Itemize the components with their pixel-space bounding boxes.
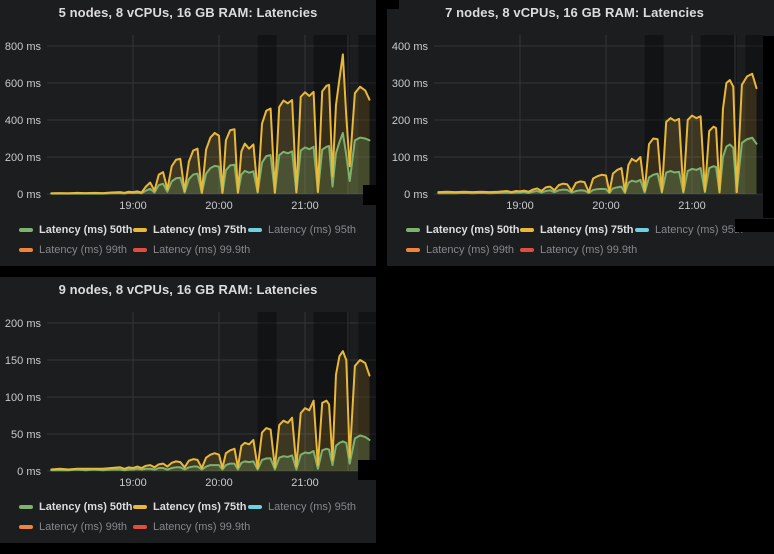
series-color-dash-icon [248, 228, 262, 232]
legend-item-label: Latency (ms) 99th [39, 521, 127, 533]
series-color-dash-icon [19, 248, 33, 252]
legend-row: Latency (ms) 99th Latency (ms) 99.9th [19, 520, 356, 534]
legend-item-label: Latency (ms) 95th [268, 224, 356, 236]
panel-5-nodes-latencies: 0 ms 200 ms 400 ms 600 ms 800 ms 19:00 20:00 21… [0, 0, 376, 266]
legend-row: Latency (ms) 50th Latency (ms) 75th Latenc… [19, 223, 356, 237]
screen-artifact [363, 185, 387, 205]
legend-item-latency-ms-95th[interactable]: Latency (ms) 95th [248, 501, 356, 513]
panel-title[interactable]: 7 nodes, 8 vCPUs, 16 GB RAM: Latencies [387, 5, 774, 20]
y-tick-label: 100 ms [392, 152, 429, 164]
legend-item-label: Latency (ms) 99.9th [153, 521, 250, 533]
legend-item-latency-ms-75th[interactable]: Latency (ms) 75th [520, 224, 635, 236]
screen-artifact [763, 36, 774, 218]
y-tick-label: 200 ms [392, 115, 429, 127]
legend-item-label: Latency (ms) 95th [268, 501, 356, 513]
y-tick-label: 200 ms [5, 318, 42, 330]
legend-item-latency-ms-50th[interactable]: Latency (ms) 50th [19, 501, 133, 513]
x-tick-label: 20:00 [205, 200, 233, 212]
legend-item-label: Latency (ms) 50th [39, 224, 133, 236]
legend-item-label: Latency (ms) 75th [540, 224, 634, 236]
latency-chart-5-nodes[interactable]: 0 ms 200 ms 400 ms 600 ms 800 ms 19:00 20:00 21… [0, 0, 376, 214]
series-color-dash-icon [248, 505, 262, 509]
legend-item-label: Latency (ms) 75th [153, 501, 247, 513]
y-tick-label: 400 ms [5, 115, 42, 127]
series-color-dash-icon [520, 248, 534, 252]
y-tick-label: 100 ms [5, 392, 42, 404]
y-tick-label: 600 ms [5, 78, 42, 90]
series-color-dash-icon [19, 525, 33, 529]
panel-title[interactable]: 9 nodes, 8 vCPUs, 16 GB RAM: Latencies [0, 282, 376, 297]
series-color-dash-icon [133, 248, 147, 252]
x-tick-label: 20:00 [205, 477, 233, 489]
legend-item-label: Latency (ms) 99.9th [153, 244, 250, 256]
latency-chart-9-nodes[interactable]: 0 ms 50 ms 100 ms 150 ms 200 ms 19:00 20:00 21:… [0, 277, 376, 491]
panel-7-nodes-latencies: 0 ms 100 ms 200 ms 300 ms 400 ms 19:00 20:00 21… [387, 0, 774, 266]
screen-artifact [387, 0, 399, 9]
legend-item-latency-ms-99th[interactable]: Latency (ms) 99th [19, 521, 133, 533]
panel-title[interactable]: 5 nodes, 8 vCPUs, 16 GB RAM: Latencies [0, 5, 376, 20]
series-color-dash-icon [133, 228, 147, 232]
y-tick-label: 400 ms [392, 41, 429, 53]
legend-row: Latency (ms) 50th Latency (ms) 75th Latenc… [19, 500, 356, 514]
y-tick-label: 0 ms [17, 189, 41, 201]
legend-item-label: Latency (ms) 99.9th [540, 244, 637, 256]
legend: Latency (ms) 50th Latency (ms) 75th Latenc… [19, 500, 356, 540]
legend-item-label: Latency (ms) 75th [153, 224, 247, 236]
legend: Latency (ms) 50th Latency (ms) 75th Latenc… [19, 223, 356, 263]
y-tick-label: 800 ms [5, 41, 42, 53]
x-tick-label: 21:00 [291, 200, 319, 212]
series-color-dash-icon [19, 505, 33, 509]
y-tick-label: 150 ms [5, 355, 42, 367]
series-color-dash-icon [19, 228, 33, 232]
x-tick-label: 19:00 [119, 477, 147, 489]
legend-row: Latency (ms) 99th Latency (ms) 99.9th [406, 243, 743, 257]
legend-item-label: Latency (ms) 50th [426, 224, 520, 236]
legend-item-label: Latency (ms) 99th [39, 244, 127, 256]
x-tick-label: 21:00 [291, 477, 319, 489]
legend-row: Latency (ms) 99th Latency (ms) 99.9th [19, 243, 356, 257]
screen-artifact [735, 219, 774, 232]
x-tick-label: 20:00 [592, 200, 620, 212]
legend-row: Latency (ms) 50th Latency (ms) 75th Latenc… [406, 223, 743, 237]
x-tick-label: 21:00 [678, 200, 706, 212]
legend-item-latency-ms-95th[interactable]: Latency (ms) 95th [248, 224, 356, 236]
legend-item-latency-ms-50th[interactable]: Latency (ms) 50th [19, 224, 133, 236]
panel-9-nodes-latencies: 0 ms 50 ms 100 ms 150 ms 200 ms 19:00 20:00 21:… [0, 277, 376, 543]
legend-item-latency-ms-99th[interactable]: Latency (ms) 99th [406, 244, 520, 256]
legend-item-label: Latency (ms) 50th [39, 501, 133, 513]
legend-item-latency-ms-95th[interactable]: Latency (ms) 95th [635, 224, 743, 236]
x-tick-label: 19:00 [506, 200, 534, 212]
y-tick-label: 0 ms [17, 466, 41, 478]
y-tick-label: 200 ms [5, 152, 42, 164]
x-tick-label: 19:00 [119, 200, 147, 212]
legend-item-label: Latency (ms) 95th [655, 224, 743, 236]
legend-item-latency-ms-99th[interactable]: Latency (ms) 99th [19, 244, 133, 256]
series-color-dash-icon [133, 525, 147, 529]
y-tick-label: 50 ms [11, 429, 41, 441]
y-tick-label: 0 ms [404, 189, 428, 201]
series-color-dash-icon [520, 228, 534, 232]
legend-item-latency-ms-99.9th[interactable]: Latency (ms) 99.9th [133, 521, 250, 533]
legend-item-latency-ms-99.9th[interactable]: Latency (ms) 99.9th [520, 244, 637, 256]
latency-chart-7-nodes[interactable]: 0 ms 100 ms 200 ms 300 ms 400 ms 19:00 20:00 21… [387, 0, 774, 214]
legend-item-latency-ms-75th[interactable]: Latency (ms) 75th [133, 501, 248, 513]
screen-artifact [358, 460, 387, 480]
y-tick-label: 300 ms [392, 78, 429, 90]
series-color-dash-icon [406, 228, 420, 232]
series-color-dash-icon [133, 505, 147, 509]
series-color-dash-icon [635, 228, 649, 232]
series-color-dash-icon [406, 248, 420, 252]
dashboard: { "colors": { "page_bg": "#000000", "pan… [0, 0, 774, 554]
legend: Latency (ms) 50th Latency (ms) 75th Latenc… [406, 223, 743, 263]
legend-item-label: Latency (ms) 99th [426, 244, 514, 256]
legend-item-latency-ms-75th[interactable]: Latency (ms) 75th [133, 224, 248, 236]
legend-item-latency-ms-50th[interactable]: Latency (ms) 50th [406, 224, 520, 236]
legend-item-latency-ms-99.9th[interactable]: Latency (ms) 99.9th [133, 244, 250, 256]
